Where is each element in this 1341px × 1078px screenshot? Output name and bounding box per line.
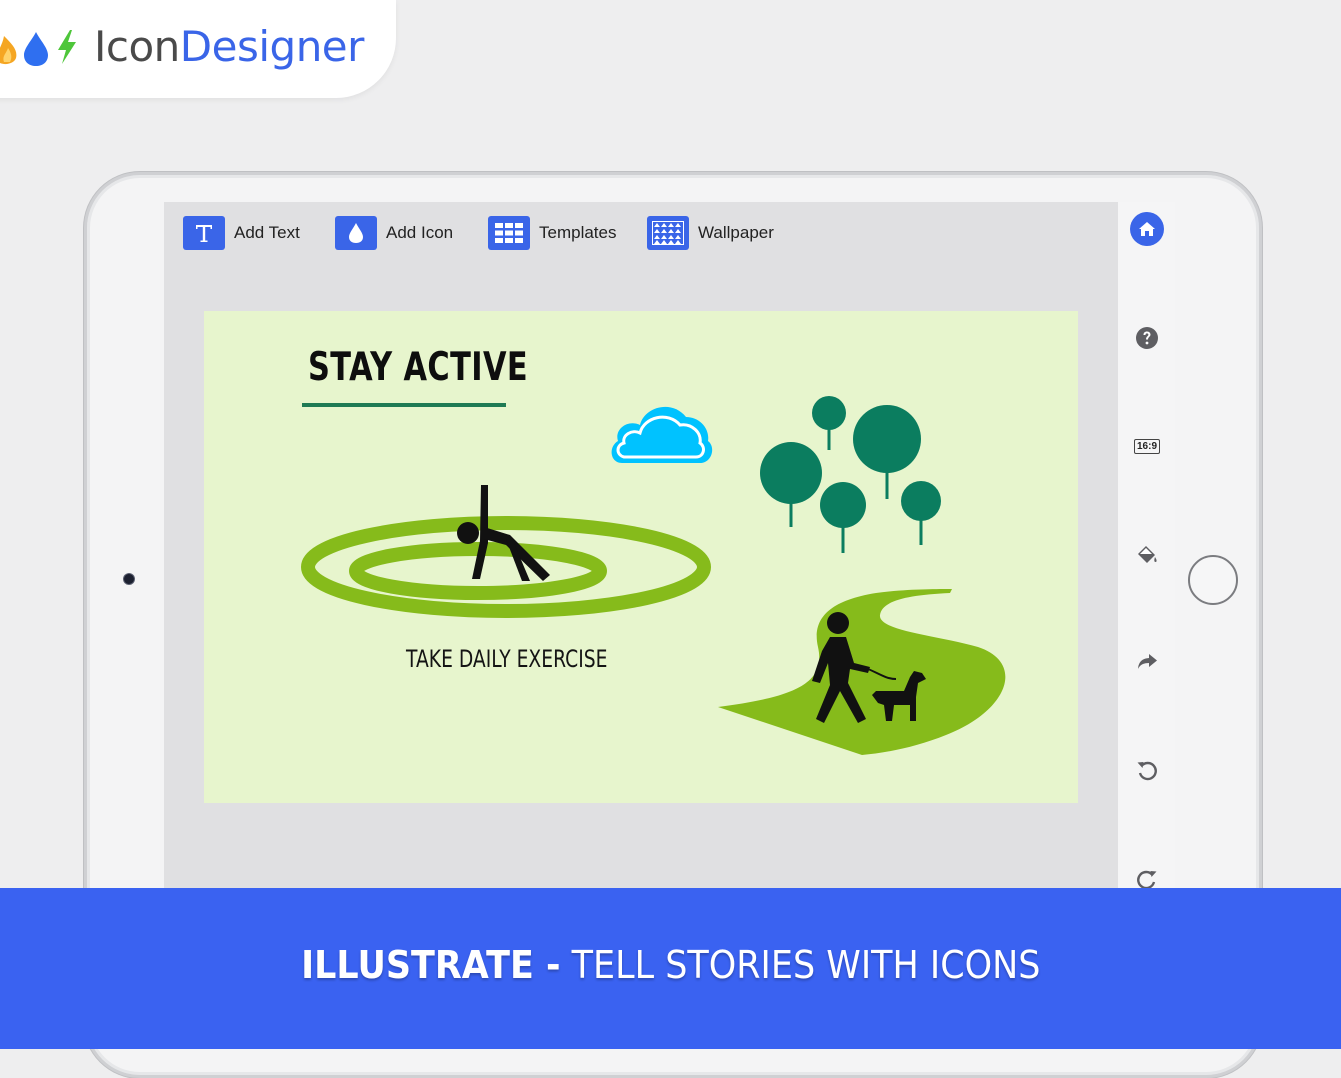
front-camera bbox=[124, 574, 134, 584]
drop-icon bbox=[24, 32, 48, 66]
dog-walk-icon[interactable] bbox=[716, 587, 1012, 757]
text-icon bbox=[183, 216, 225, 250]
wallpaper-button[interactable]: Wallpaper bbox=[647, 216, 774, 250]
tablet-home-button[interactable] bbox=[1188, 555, 1238, 605]
design-title[interactable]: STAY ACTIVE bbox=[308, 345, 528, 390]
banner-headline: ILLUSTRATE - TELL STORIES WITH ICONS bbox=[0, 943, 1341, 987]
cloud-icon[interactable] bbox=[608, 395, 714, 467]
design-caption[interactable]: TAKE DAILY EXERCISE bbox=[406, 645, 607, 673]
fill-bucket-icon bbox=[1138, 546, 1157, 563]
wallpaper-pattern-icon bbox=[647, 216, 689, 250]
logo-icons bbox=[0, 30, 76, 66]
help-button[interactable] bbox=[1130, 321, 1164, 355]
undo-icon bbox=[1137, 761, 1157, 781]
add-icon-button[interactable]: Add Icon bbox=[335, 216, 453, 250]
aspect-ratio-icon: 16:9 bbox=[1133, 438, 1160, 454]
help-icon bbox=[1136, 327, 1158, 349]
flame-icon bbox=[0, 36, 17, 65]
promo-banner: ILLUSTRATE - TELL STORIES WITH ICONS bbox=[0, 888, 1341, 1049]
app-name: IconDesigner bbox=[94, 22, 364, 71]
add-icon-label: Add Icon bbox=[386, 223, 454, 242]
trees-icon[interactable] bbox=[759, 395, 949, 555]
drop-icon bbox=[335, 216, 377, 250]
app-screen: Add Text Add Icon Templates Wallpaper ST… bbox=[164, 202, 1175, 902]
aspect-ratio-button[interactable]: 16:9 bbox=[1130, 429, 1164, 463]
grid-icon bbox=[488, 216, 530, 250]
wallpaper-label: Wallpaper bbox=[698, 223, 774, 242]
app-logo: IconDesigner bbox=[0, 0, 396, 98]
fill-color-button[interactable] bbox=[1130, 537, 1164, 571]
banner-rest: TELL STORIES WITH ICONS bbox=[571, 943, 1041, 987]
lightning-icon bbox=[58, 30, 76, 64]
add-text-button[interactable]: Add Text bbox=[183, 216, 300, 250]
add-text-label: Add Text bbox=[234, 223, 300, 242]
title-underline[interactable] bbox=[302, 403, 506, 407]
undo-button[interactable] bbox=[1130, 753, 1164, 787]
exercise-icon[interactable] bbox=[300, 483, 712, 623]
right-toolbar: 16:9 bbox=[1118, 202, 1175, 902]
banner-bold: ILLUSTRATE - bbox=[300, 943, 561, 987]
home-icon bbox=[1130, 212, 1164, 246]
templates-button[interactable]: Templates bbox=[488, 216, 616, 250]
share-button[interactable] bbox=[1130, 644, 1164, 678]
design-canvas[interactable]: STAY ACTIVE TAKE DAILY EXERCISE bbox=[204, 311, 1078, 803]
share-icon bbox=[1138, 654, 1157, 669]
home-button[interactable] bbox=[1130, 212, 1164, 246]
templates-label: Templates bbox=[539, 223, 617, 242]
